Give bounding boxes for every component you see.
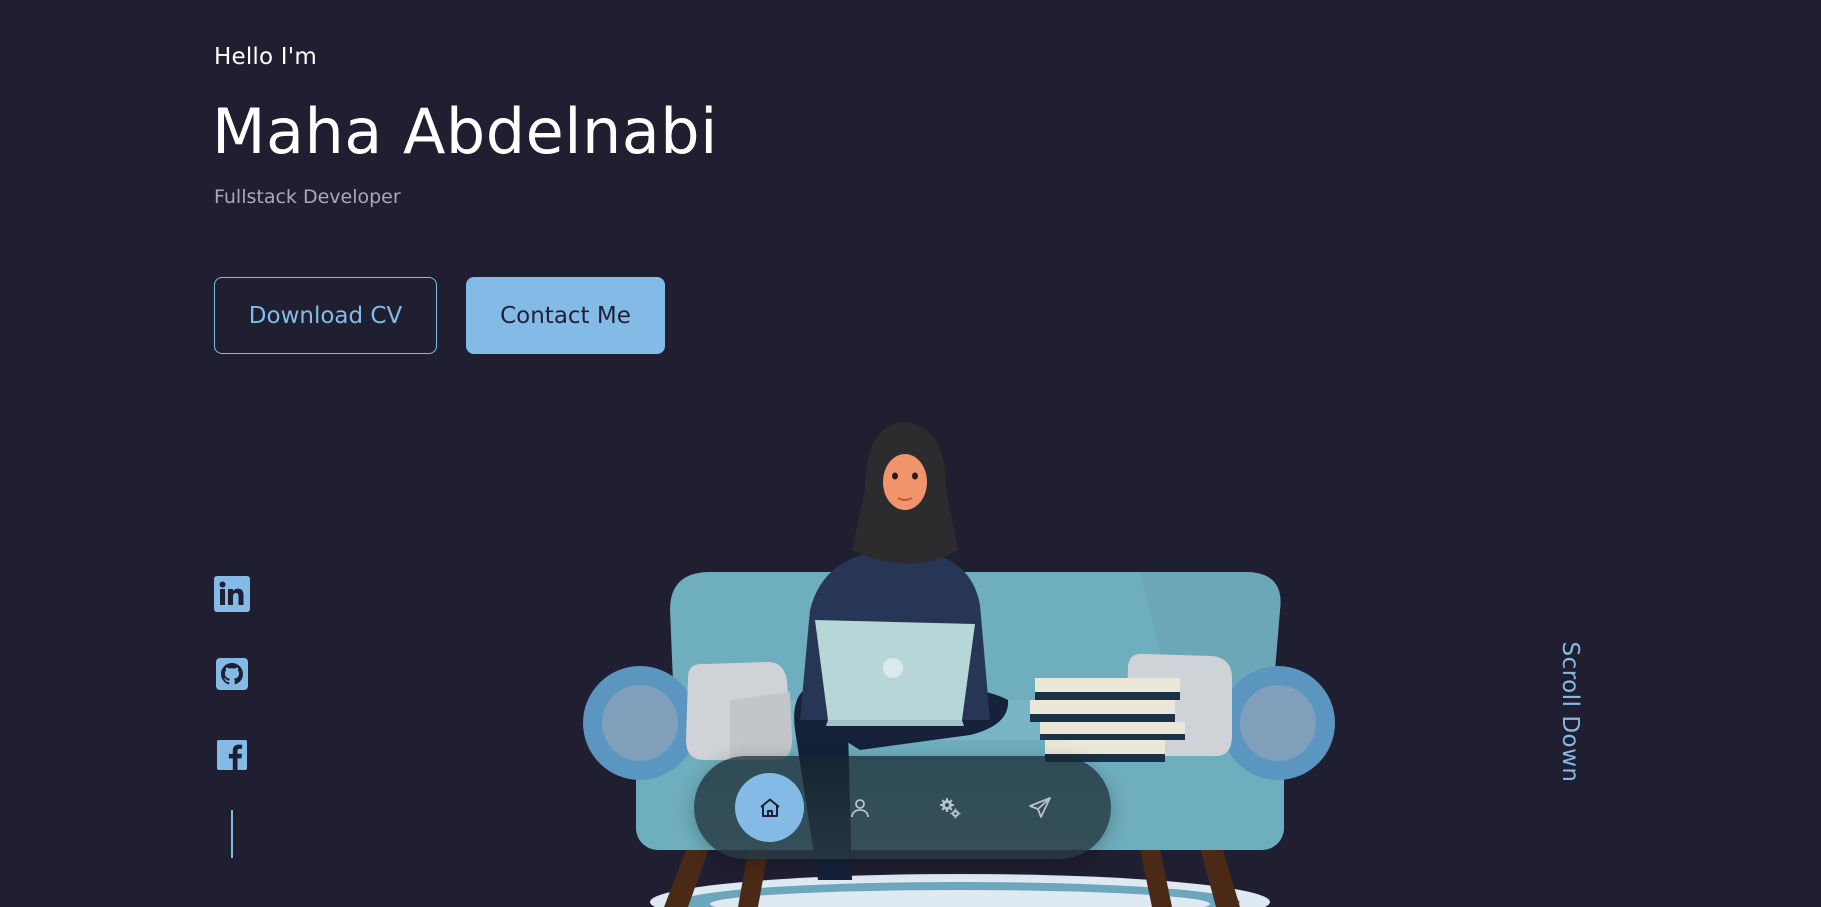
page: Hello I'm Maha Abdelnabi Fullstack Devel… [0, 0, 1821, 907]
scroll-down-label: Scroll Down [1557, 641, 1583, 783]
hero-name: Maha Abdelnabi [212, 95, 718, 168]
social-divider-line [231, 810, 233, 858]
github-link[interactable] [214, 656, 250, 692]
home-icon [759, 798, 780, 817]
scroll-down-link[interactable]: Scroll Down [1540, 632, 1600, 792]
bottom-nav [694, 756, 1111, 859]
nav-contact[interactable] [1005, 773, 1074, 842]
facebook-icon [217, 740, 247, 770]
contact-me-button[interactable]: Contact Me [466, 277, 665, 354]
linkedin-link[interactable] [214, 576, 250, 612]
nav-about[interactable] [825, 773, 894, 842]
gears-icon [939, 797, 960, 818]
nav-home[interactable] [735, 773, 804, 842]
hero-role: Fullstack Developer [214, 186, 401, 208]
linkedin-icon [214, 576, 250, 612]
download-cv-button[interactable]: Download CV [214, 277, 437, 354]
github-icon [216, 658, 248, 690]
user-icon [850, 798, 869, 817]
send-icon [1028, 796, 1051, 818]
hero-greeting: Hello I'm [214, 44, 317, 70]
nav-services[interactable] [915, 773, 984, 842]
facebook-link[interactable] [214, 737, 250, 773]
